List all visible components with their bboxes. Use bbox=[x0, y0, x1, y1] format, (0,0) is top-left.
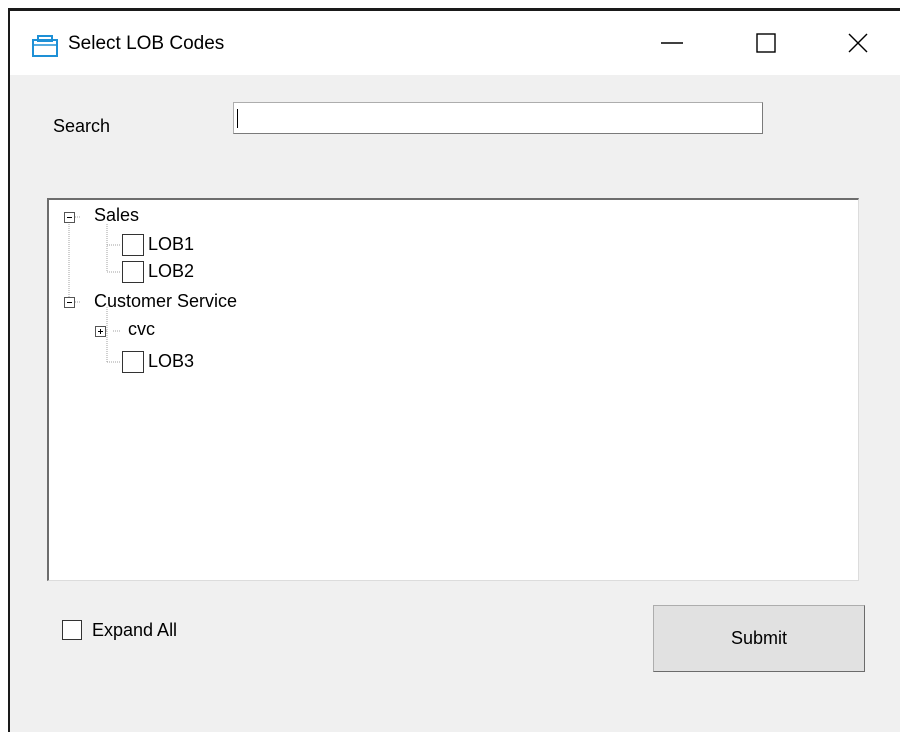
lob3-checkbox[interactable] bbox=[122, 351, 144, 373]
tree-node-customer-service[interactable]: Customer Service bbox=[94, 291, 237, 312]
expand-all-label[interactable]: Expand All bbox=[92, 620, 177, 641]
lob-tree-view[interactable]: Sales LOB1 LOB2 Customer Service cvc LOB… bbox=[47, 198, 859, 581]
tree-node-lob3[interactable]: LOB3 bbox=[148, 351, 194, 372]
dialog-window: Select LOB Codes Search Sales LOB1 LOB2 … bbox=[10, 11, 900, 732]
title-bar: Select LOB Codes bbox=[10, 11, 900, 75]
minimize-icon bbox=[661, 42, 683, 44]
collapse-customer-service-toggle[interactable] bbox=[64, 297, 75, 308]
close-button[interactable] bbox=[828, 21, 888, 65]
tree-node-sales[interactable]: Sales bbox=[94, 205, 139, 226]
text-caret bbox=[237, 109, 238, 128]
maximize-button[interactable] bbox=[736, 21, 796, 65]
tree-node-lob2[interactable]: LOB2 bbox=[148, 261, 194, 282]
maximize-icon bbox=[756, 33, 776, 53]
window-icon bbox=[32, 35, 58, 57]
expand-cvc-toggle[interactable] bbox=[95, 326, 106, 337]
expand-all-checkbox[interactable] bbox=[62, 620, 82, 640]
search-input[interactable] bbox=[233, 102, 763, 134]
tree-node-cvc[interactable]: cvc bbox=[128, 319, 155, 340]
lob1-checkbox[interactable] bbox=[122, 234, 144, 256]
submit-button[interactable]: Submit bbox=[653, 605, 865, 672]
close-icon bbox=[848, 33, 868, 53]
minimize-button[interactable] bbox=[642, 21, 702, 65]
collapse-sales-toggle[interactable] bbox=[64, 212, 75, 223]
tree-node-lob1[interactable]: LOB1 bbox=[148, 234, 194, 255]
window-title: Select LOB Codes bbox=[68, 33, 225, 54]
lob2-checkbox[interactable] bbox=[122, 261, 144, 283]
search-label: Search bbox=[53, 116, 111, 136]
